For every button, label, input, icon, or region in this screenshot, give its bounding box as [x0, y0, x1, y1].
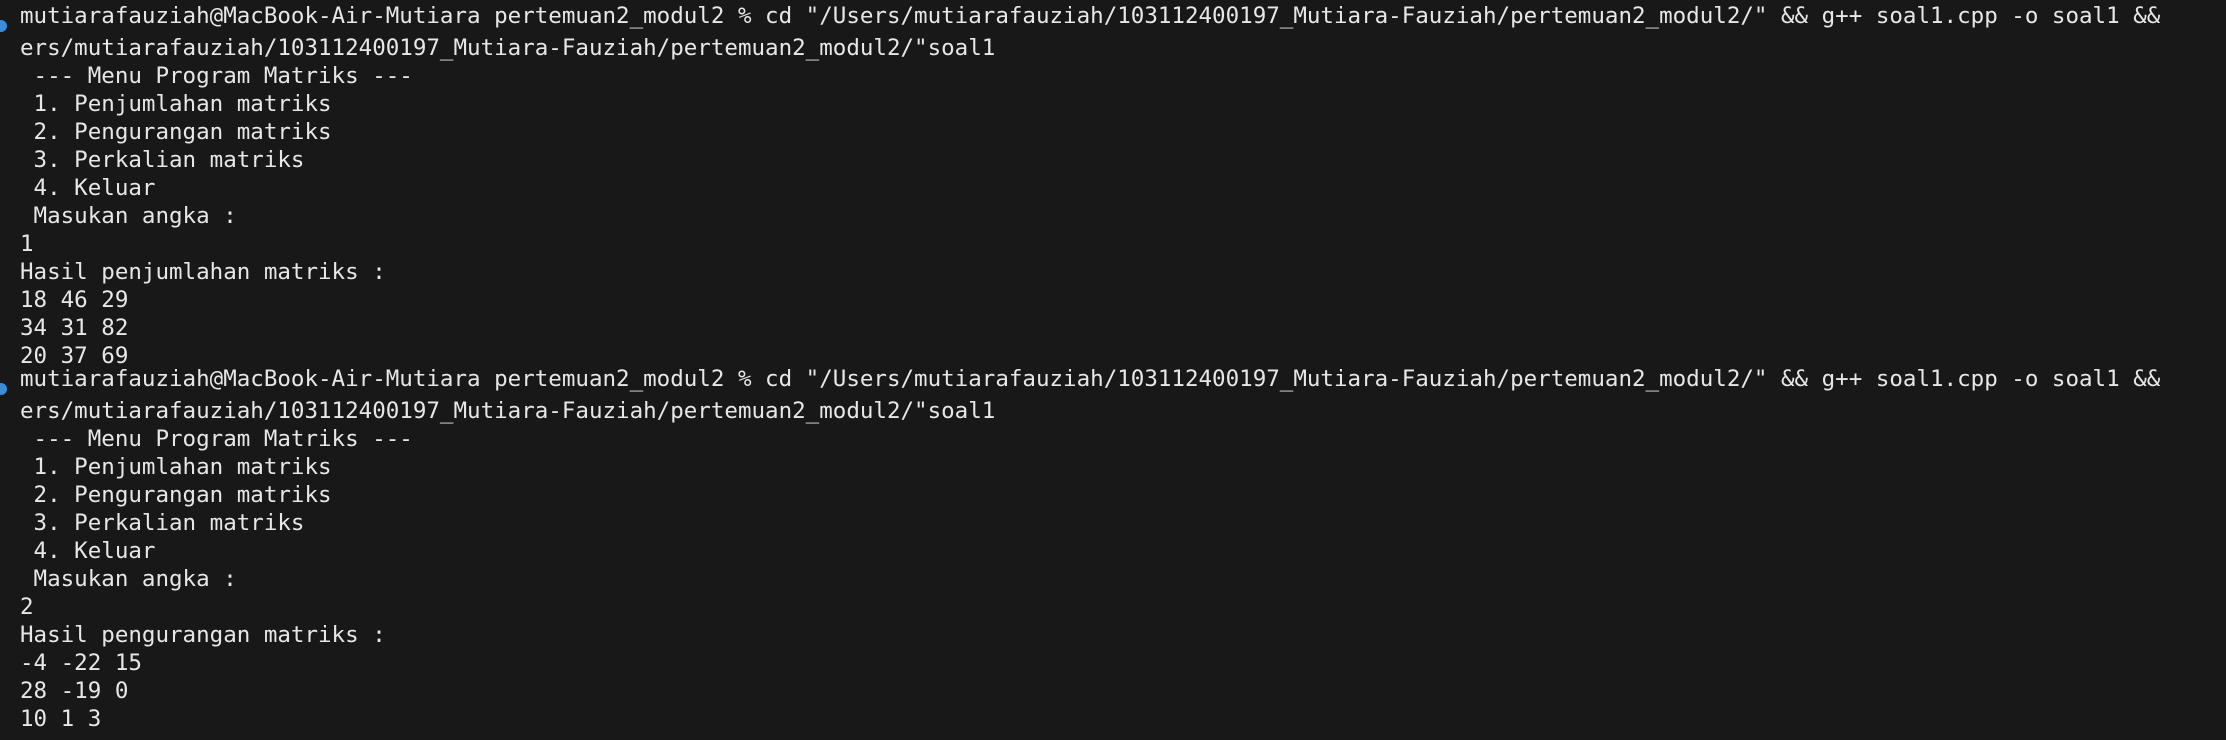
command-success-dot-icon	[0, 383, 7, 395]
program-menu-item: 3. Perkalian matriks	[20, 147, 305, 173]
program-menu-item: 1. Penjumlahan matriks	[20, 454, 332, 480]
matrix-result-row: 28 -19 0	[20, 678, 129, 704]
program-menu-item: 1. Penjumlahan matriks	[20, 91, 332, 117]
program-menu-item: 4. Keluar	[20, 538, 156, 564]
program-user-input: 2	[20, 594, 34, 620]
matrix-result-row: 10 1 3	[20, 706, 102, 732]
program-user-input: 1	[20, 231, 34, 257]
matrix-result-title: Hasil pengurangan matriks :	[20, 622, 386, 648]
terminal-output[interactable]: mutiarafauziah@MacBook-Air-Mutiara perte…	[0, 0, 2226, 740]
terminal-command-line: mutiarafauziah@MacBook-Air-Mutiara perte…	[20, 366, 2161, 392]
program-input-prompt: Masukan angka :	[20, 566, 237, 592]
program-menu-title: --- Menu Program Matriks ---	[20, 63, 413, 89]
matrix-result-title: Hasil penjumlahan matriks :	[20, 259, 386, 285]
terminal-command-continuation: ers/mutiarafauziah/103112400197_Mutiara-…	[20, 35, 996, 61]
terminal-command-line: mutiarafauziah@MacBook-Air-Mutiara perte…	[20, 3, 2161, 29]
matrix-result-row: -4 -22 15	[20, 650, 142, 676]
program-menu-item: 4. Keluar	[20, 175, 156, 201]
terminal-command-continuation: ers/mutiarafauziah/103112400197_Mutiara-…	[20, 398, 996, 424]
matrix-result-row: 34 31 82	[20, 315, 129, 341]
program-menu-item: 3. Perkalian matriks	[20, 510, 305, 536]
command-success-dot-icon	[0, 20, 7, 32]
program-menu-item: 2. Pengurangan matriks	[20, 482, 332, 508]
program-menu-item: 2. Pengurangan matriks	[20, 119, 332, 145]
program-input-prompt: Masukan angka :	[20, 203, 237, 229]
matrix-result-row: 18 46 29	[20, 287, 129, 313]
program-menu-title: --- Menu Program Matriks ---	[20, 426, 413, 452]
